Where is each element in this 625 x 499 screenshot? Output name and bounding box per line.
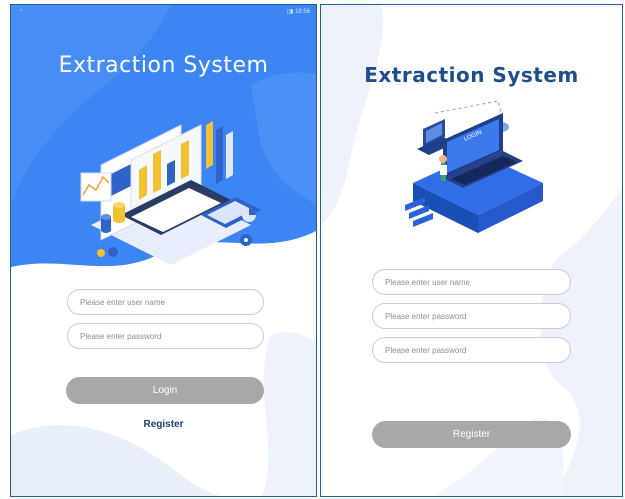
login-screen: ◔ ▯▮ 19:56 Extraction System Please ente… (10, 4, 317, 497)
laptop-illustration: LOGIN (405, 100, 543, 233)
app-title: Extraction System (58, 53, 269, 78)
password-input[interactable] (373, 304, 570, 328)
register-button[interactable]: Register (372, 421, 571, 448)
username-field[interactable] (372, 269, 571, 295)
confirm-password-field[interactable] (372, 337, 571, 363)
wifi-icon: ◔ (19, 8, 23, 14)
register-link[interactable]: Register (11, 419, 316, 430)
username-field[interactable] (67, 289, 264, 315)
app-title: Extraction System (364, 63, 579, 87)
password-field[interactable] (372, 303, 571, 329)
status-time: ▯▮ 19:56 (286, 9, 310, 15)
confirm-password-input[interactable] (373, 338, 570, 362)
login-button[interactable]: Login (66, 377, 264, 404)
analytics-illustration (80, 121, 261, 265)
password-field[interactable] (67, 323, 264, 349)
username-input[interactable] (68, 290, 263, 314)
status-bar: ◔ ▯▮ 19:56 (11, 7, 316, 19)
password-input[interactable] (68, 324, 263, 348)
register-screen: Extraction System LOGIN Register (320, 4, 623, 497)
username-input[interactable] (373, 270, 570, 294)
